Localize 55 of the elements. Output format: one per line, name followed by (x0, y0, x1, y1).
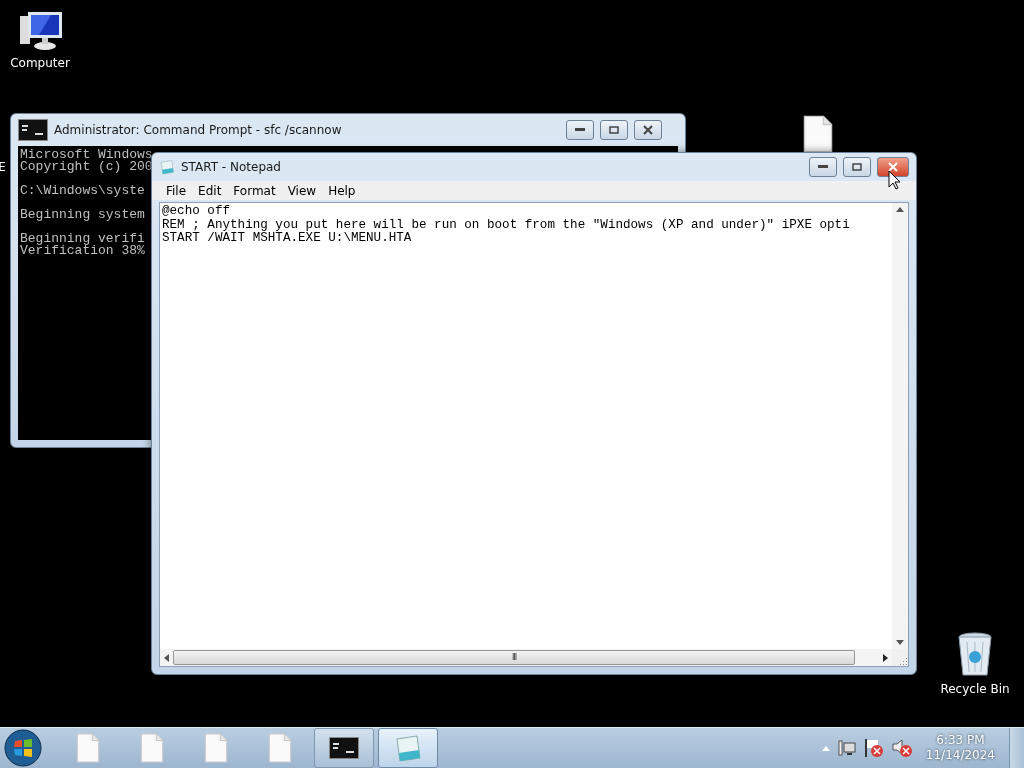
menu-item[interactable]: Format (227, 183, 282, 198)
scroll-down-icon[interactable] (896, 640, 904, 645)
scrollbar-grip[interactable]: III (511, 653, 517, 662)
minimize-icon (575, 128, 585, 132)
taskbar-button[interactable] (314, 728, 374, 768)
text-line: START /WAIT MSHTA.EXE U:\MENU.HTA (162, 232, 413, 246)
notepad-icon (393, 733, 423, 763)
close-button[interactable] (877, 157, 909, 177)
console-line: Beginning system (20, 209, 145, 221)
window-title: Administrator: Command Prompt - sfc /scannow (54, 123, 343, 137)
flag-error-icon[interactable] (863, 738, 884, 758)
menu-item[interactable]: File (160, 183, 193, 198)
speaker-muted-icon[interactable] (891, 738, 912, 758)
close-icon (643, 125, 653, 135)
menu-item[interactable]: View (281, 183, 323, 198)
console-icon (18, 119, 48, 141)
file-icon (140, 733, 164, 763)
network-icon[interactable] (837, 739, 856, 757)
notepad-icon (159, 159, 175, 175)
horizontal-scrollbar[interactable]: III (160, 649, 892, 666)
minimize-button[interactable] (566, 120, 594, 140)
console-line: Copyright (c) 200 (20, 161, 153, 173)
minimize-button[interactable] (809, 157, 837, 177)
desktop-icon-label[interactable]: Recycle Bin (940, 682, 1010, 696)
text-line: REM ; Anything you put here will be run on boot from the "Windows (XP and under)" iPXE opti (162, 218, 851, 232)
menu-item[interactable]: Edit (192, 183, 228, 198)
console-line: Verification 38% (20, 245, 145, 257)
console-line: Microsoft Windows (20, 149, 153, 161)
vertical-scrollbar[interactable] (892, 203, 908, 649)
scroll-right-icon[interactable] (883, 653, 888, 662)
scroll-up-icon[interactable] (896, 207, 904, 212)
cursor-icon (888, 170, 901, 190)
menu-item[interactable]: Help (322, 183, 362, 198)
file-icon (802, 115, 834, 153)
text-line: @echo off (162, 205, 232, 219)
file-icon (204, 733, 228, 763)
window-title: START - Notepad (181, 160, 282, 174)
file-icon (76, 733, 100, 763)
size-grip-icon[interactable] (898, 656, 908, 666)
maximize-button[interactable] (843, 157, 871, 177)
minimize-icon (818, 165, 828, 169)
maximize-icon (609, 126, 619, 134)
recycle-bin-icon (957, 632, 993, 678)
close-button[interactable] (634, 120, 662, 140)
console-line: C:\Windows\syste (20, 185, 145, 197)
file-icon (268, 733, 292, 763)
maximize-button[interactable] (600, 120, 628, 140)
desktop-icon-label[interactable]: E (0, 160, 6, 174)
start-orb-icon[interactable] (4, 729, 42, 767)
scroll-left-icon[interactable] (164, 653, 169, 662)
console-icon (329, 737, 359, 759)
desktop-icon-label[interactable]: Computer (10, 56, 70, 70)
maximize-icon (852, 163, 862, 171)
console-line: Beginning verifi (20, 233, 145, 245)
close-icon (888, 162, 898, 172)
